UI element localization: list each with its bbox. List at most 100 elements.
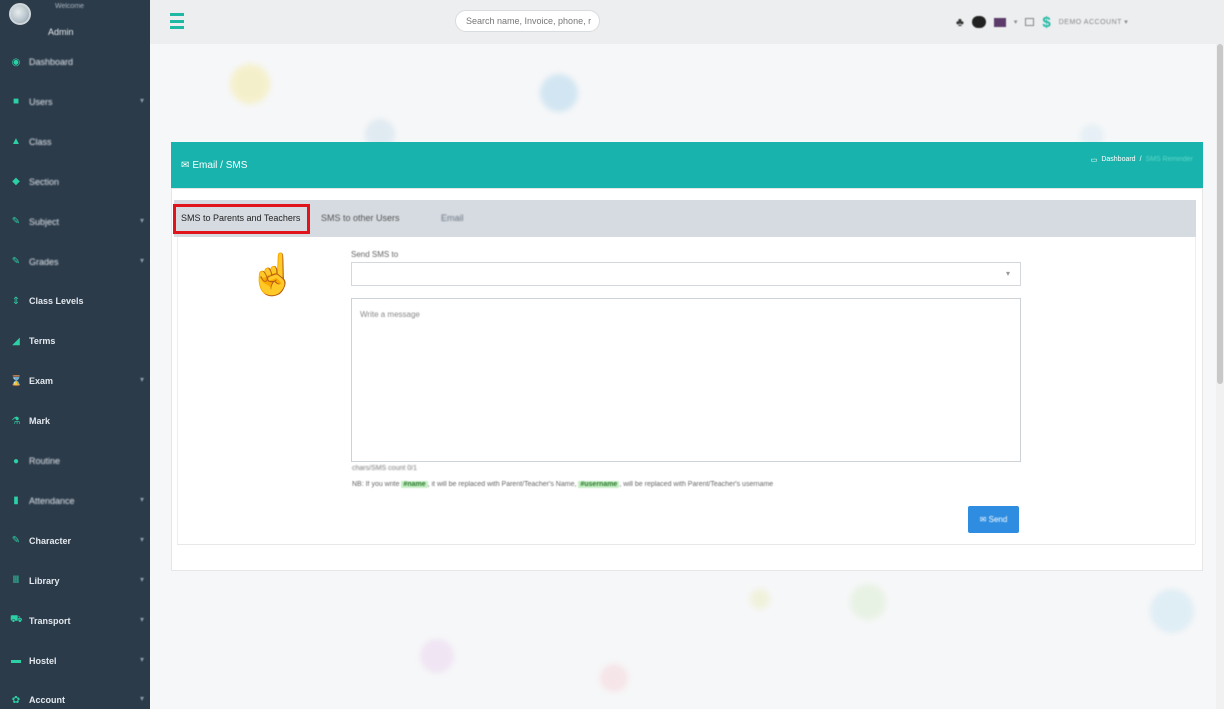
user-name: Admin: [48, 27, 74, 37]
mark-icon: ⚗: [11, 415, 21, 427]
search-input[interactable]: Search name, Invoice, phone, r: [455, 10, 600, 32]
chevron-down-icon: ▾: [139, 375, 144, 385]
section-icon: ◆: [12, 176, 20, 188]
account-menu[interactable]: DEMO ACCOUNT ▾: [1059, 18, 1129, 26]
send-to-label: Send SMS to: [351, 250, 399, 259]
sidebar-item-grades[interactable]: ✎ Grades ▾: [0, 250, 150, 274]
sidebar-item-section[interactable]: ◆ Section: [0, 170, 150, 194]
sidebar-item-transport[interactable]: ⛟ Transport ▾: [0, 609, 150, 633]
breadcrumb: ▭ Dashboard / SMS Reminder: [1091, 156, 1193, 164]
hamburger-menu-icon[interactable]: [170, 13, 184, 29]
message-placeholder: Write a message: [360, 310, 420, 319]
tab-highlight-box: [173, 204, 310, 234]
chevron-down-icon: ▾: [139, 574, 144, 584]
scrollbar-thumb[interactable]: [1217, 44, 1223, 384]
sidebar-item-label: Routine: [29, 456, 61, 466]
sidebar-item-label: Terms: [29, 336, 56, 347]
terms-icon: ◢: [12, 335, 20, 347]
sidebar-item-label: Mark: [29, 416, 51, 427]
character-icon: ✎: [11, 535, 21, 547]
form-divider: [177, 544, 1195, 545]
sidebar-item-label: Character: [29, 535, 72, 546]
sidebar: Welcome Admin ◉ Dashboard ■ Users ▾ ▲ Class ◆ Se…: [0, 0, 150, 709]
notification-icon[interactable]: ♣: [956, 15, 964, 29]
sidebar-user: Welcome Admin: [0, 0, 150, 44]
sidebar-item-label: Exam: [29, 376, 54, 387]
exam-icon: ⌛: [10, 375, 23, 387]
chevron-down-icon: ▾: [139, 494, 144, 504]
top-header: Search name, Invoice, phone, r ♣ ▾ $ DEM…: [150, 0, 1224, 44]
page-title: ✉ Email / SMS: [181, 160, 247, 171]
class-icon: ▲: [11, 136, 21, 148]
recipient-select[interactable]: ▾: [351, 262, 1021, 286]
sidebar-item-subject[interactable]: ✎ Subject ▾: [0, 210, 150, 234]
sidebar-item-label: Dashboard: [29, 57, 74, 67]
sidebar-item-label: Section: [29, 176, 60, 187]
chevron-down-icon: ▾: [1005, 269, 1010, 278]
breadcrumb-separator: /: [1139, 156, 1142, 163]
page-scrollbar[interactable]: [1216, 44, 1224, 709]
note-prefix: NB: If you write: [352, 481, 400, 488]
breadcrumb-dashboard[interactable]: Dashboard: [1101, 156, 1135, 164]
sidebar-item-library[interactable]: Ⅲ Library ▾: [0, 569, 150, 593]
envelope-open-icon: ✉: [181, 160, 190, 171]
sidebar-item-exam[interactable]: ⌛ Exam ▾: [0, 369, 150, 393]
note-suffix: , will be replaced with Parent/Teacher's…: [619, 481, 774, 488]
welcome-text: Welcome: [55, 3, 85, 10]
sidebar-item-routine[interactable]: ● Routine: [0, 449, 150, 473]
chevron-down-icon: ▾: [139, 654, 144, 664]
sidebar-item-label: Hostel: [29, 655, 57, 666]
currency-icon[interactable]: $: [1042, 14, 1050, 31]
sidebar-item-dashboard[interactable]: ◉ Dashboard: [0, 50, 150, 74]
tab-bar: SMS to Parents and Teachers SMS to other…: [174, 200, 1196, 237]
sidebar-item-class[interactable]: ▲ Class: [0, 130, 150, 154]
sidebar-item-attendance[interactable]: ▮ Attendance ▾: [0, 489, 150, 513]
sidebar-item-label: Library: [29, 575, 60, 586]
note-token-username: #username: [578, 481, 620, 488]
sidebar-item-label: Class Levels: [29, 296, 84, 307]
tab-email[interactable]: Email: [441, 213, 464, 223]
grades-icon: ✎: [11, 256, 21, 267]
chevron-down-icon: ▾: [139, 255, 144, 265]
sidebar-item-terms[interactable]: ◢ Terms: [0, 329, 150, 353]
pointing-hand-icon: ☝: [248, 253, 298, 297]
send-button-label: ✉ Send: [979, 515, 1008, 524]
placeholder-note: NB: If you write #name, it will be repla…: [352, 481, 773, 488]
sidebar-item-label: Subject: [29, 216, 60, 227]
hostel-icon: ▬: [11, 655, 21, 666]
account-icon: ✿: [11, 694, 21, 706]
page-title-text: Email / SMS: [192, 160, 248, 171]
sidebar-item-class-levels[interactable]: ⇕ Class Levels: [0, 289, 150, 313]
notification-badge: [971, 16, 986, 28]
send-button[interactable]: ✉ Send: [968, 506, 1019, 533]
tab-sms-other-users[interactable]: SMS to other Users: [321, 213, 400, 223]
char-count: chars/SMS count 0/1: [352, 465, 417, 472]
account-caret-icon: ▾: [1124, 19, 1129, 26]
subject-icon: ✎: [11, 216, 21, 228]
sidebar-item-hostel[interactable]: ▬ Hostel ▾: [0, 649, 150, 673]
chevron-down-icon: ▾: [139, 614, 144, 624]
panel-header: ✉ Email / SMS ▭ Dashboard / SMS Reminder: [171, 142, 1203, 188]
chevron-down-icon: ▾: [139, 215, 144, 225]
transport-icon: ⛟: [10, 614, 23, 626]
dashboard-icon: ◉: [11, 56, 21, 68]
routine-icon: ●: [12, 455, 20, 467]
sidebar-item-character[interactable]: ✎ Character ▾: [0, 529, 150, 553]
breadcrumb-current: SMS Reminder: [1145, 156, 1193, 163]
sidebar-item-label: Transport: [29, 615, 71, 626]
sidebar-item-users[interactable]: ■ Users ▾: [0, 90, 150, 114]
message-textarea[interactable]: Write a message: [351, 298, 1021, 462]
attendance-icon: ▮: [13, 495, 19, 507]
laptop-icon: ▭: [1090, 157, 1098, 164]
chevron-down-icon: ▾: [139, 694, 144, 704]
chevron-down-icon: ▾: [139, 534, 144, 544]
sidebar-item-label: Account: [29, 695, 65, 706]
language-flag-icon[interactable]: [993, 17, 1006, 27]
sidebar-item-mark[interactable]: ⚗ Mark: [0, 409, 150, 433]
language-caret-icon[interactable]: ▾: [1014, 18, 1018, 26]
header-actions: ♣ ▾ $ DEMO ACCOUNT ▾: [956, 12, 1128, 32]
mail-icon[interactable]: [1025, 18, 1035, 26]
users-icon: ■: [12, 96, 20, 108]
sidebar-item-account[interactable]: ✿ Account ▾: [0, 688, 150, 709]
avatar[interactable]: [9, 3, 31, 25]
